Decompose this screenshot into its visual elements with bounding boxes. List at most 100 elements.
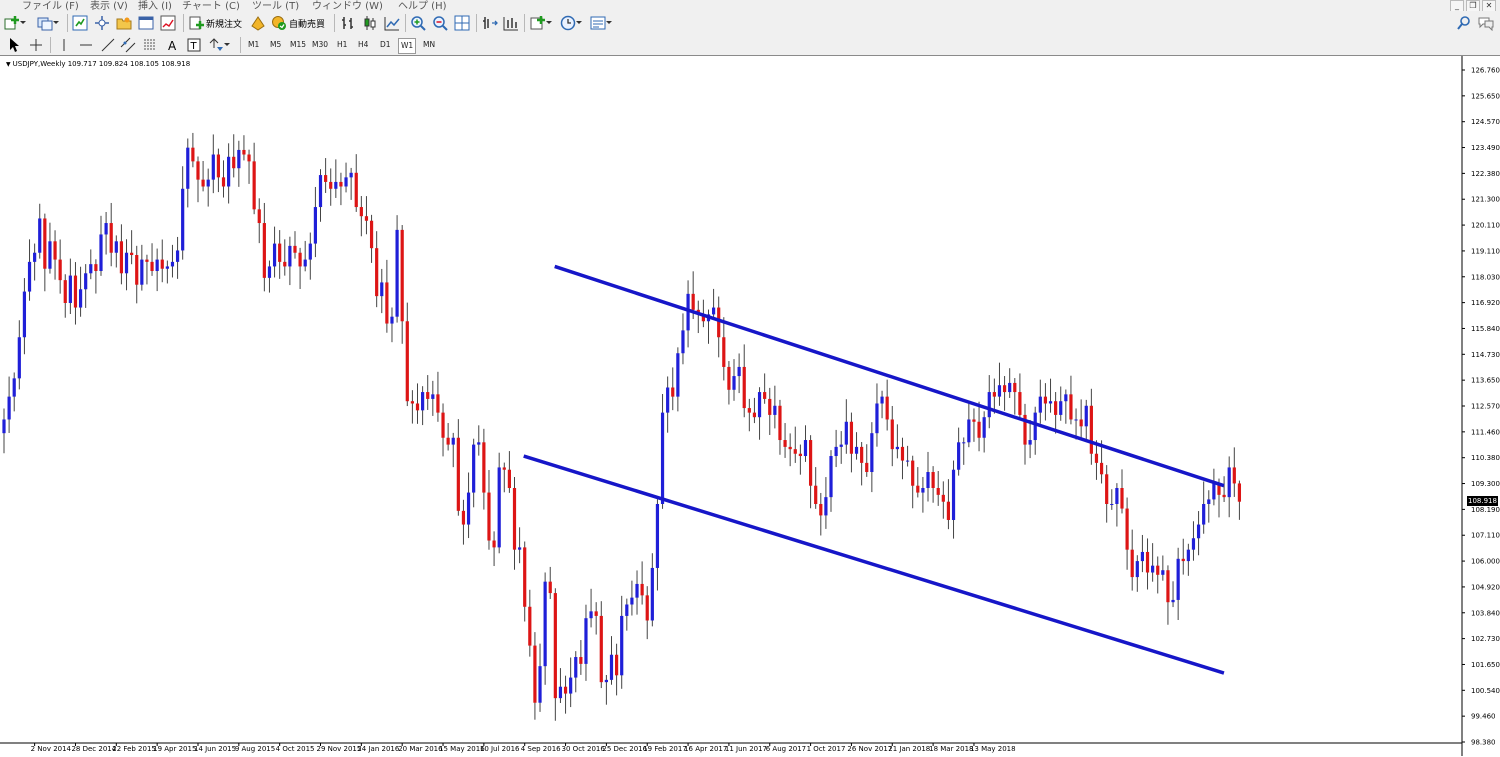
horizontal-line-button[interactable]: [78, 36, 94, 54]
bull-candle: [1115, 488, 1119, 504]
arrows-icon: [209, 38, 223, 51]
auto-trading-button[interactable]: 自動売買: [271, 14, 325, 32]
new-chart-icon: [4, 16, 19, 30]
menu-file[interactable]: ファイル (F): [22, 0, 79, 11]
zoom-out-button[interactable]: [432, 14, 448, 32]
strategy-tester-button[interactable]: [160, 14, 176, 32]
menu-view[interactable]: 表示 (V): [90, 0, 128, 11]
timeframe-m1[interactable]: M1: [246, 38, 261, 52]
time-tick-label: 24 Jan 2016: [357, 745, 400, 753]
candlestick-button[interactable]: [362, 14, 378, 32]
timeframe-h1[interactable]: H1: [335, 38, 349, 52]
price-tick-label: 107.110: [1471, 532, 1500, 540]
bear-candle: [916, 485, 920, 493]
time-tick-label: 18 Mar 2018: [929, 745, 973, 753]
bear-candle: [1156, 565, 1160, 575]
bear-candle: [94, 264, 98, 272]
bull-candle: [676, 353, 680, 397]
menu-insert[interactable]: 挿入 (I): [138, 0, 172, 11]
time-tick-label: 9 Aug 2015: [235, 745, 275, 753]
equidistant-channel-button[interactable]: [120, 36, 136, 54]
arrows-button[interactable]: [208, 36, 230, 54]
vertical-line-icon: [63, 39, 65, 51]
navigator-button[interactable]: [116, 14, 132, 32]
bull-candle: [206, 179, 210, 187]
chart-shift-button[interactable]: [482, 14, 498, 32]
bear-candle: [135, 255, 139, 285]
bull-candle: [272, 243, 277, 267]
zoom-out-icon: [433, 16, 448, 31]
text-tool-button[interactable]: A: [164, 36, 180, 54]
bear-candle: [1018, 392, 1022, 415]
metaeditor-button[interactable]: [250, 14, 266, 32]
bull-candle: [711, 307, 716, 315]
chevron-down-icon: [606, 21, 612, 24]
menu-tools[interactable]: ツール (T): [252, 0, 299, 11]
time-tick-label: 15 May 2016: [439, 745, 485, 753]
timeframe-d1[interactable]: D1: [378, 38, 393, 52]
autoscroll-button[interactable]: [503, 14, 519, 32]
timeframe-m15[interactable]: M15: [288, 38, 308, 52]
bar-chart-button[interactable]: [340, 14, 356, 32]
terminal-button[interactable]: [138, 14, 154, 32]
bull-candle: [681, 330, 685, 354]
minimize-icon[interactable]: _: [1450, 0, 1464, 11]
zoom-in-button[interactable]: [410, 14, 426, 32]
cursor-tool-button[interactable]: [6, 36, 22, 54]
price-chart[interactable]: 126.760 125.650 124.570 123.490 122.380 121.3…: [0, 56, 1500, 756]
chat-button[interactable]: [1478, 14, 1494, 32]
timeframe-mn[interactable]: MN: [421, 38, 437, 52]
new-chart-button[interactable]: [4, 14, 26, 32]
chart-window[interactable]: 126.760 125.650 124.570 123.490 122.380 121.3…: [0, 55, 1500, 757]
restore-icon[interactable]: ❐: [1466, 0, 1480, 11]
tile-windows-button[interactable]: [454, 14, 470, 32]
menu-bar: ファイル (F) 表示 (V) 挿入 (I) チャート (C) ツール (T) …: [0, 0, 1500, 11]
fibonacci-button[interactable]: [142, 36, 158, 54]
timeframe-w1[interactable]: W1: [398, 38, 417, 54]
data-window-button[interactable]: [94, 14, 110, 32]
bear-candle: [436, 394, 440, 413]
time-tick-label: 16 Apr 2017: [684, 745, 727, 753]
bear-candle: [63, 280, 67, 303]
bull-candle: [421, 392, 425, 411]
bull-candle: [466, 492, 471, 525]
menu-window[interactable]: ウィンドウ (W): [312, 0, 383, 11]
channel-lower-line: [523, 454, 1225, 675]
timeframe-m30[interactable]: M30: [310, 38, 330, 52]
line-chart-button[interactable]: [384, 14, 400, 32]
search-button[interactable]: [1456, 14, 1472, 32]
trendline-button[interactable]: [100, 36, 116, 54]
periods-button[interactable]: [560, 14, 582, 32]
time-tick-label: 19 Apr 2015: [153, 745, 196, 753]
market-watch-button[interactable]: [72, 14, 88, 32]
current-price-tag: 108.918: [1467, 496, 1498, 507]
timeframe-m5[interactable]: M5: [268, 38, 283, 52]
bear-candle: [747, 408, 751, 413]
new-order-button[interactable]: 新規注文: [188, 14, 242, 32]
bear-candle: [808, 440, 813, 486]
menu-help[interactable]: ヘルプ (H): [398, 0, 447, 11]
crosshair-tool-button[interactable]: [28, 36, 44, 54]
bear-candle: [119, 241, 124, 274]
timeframe-h4[interactable]: H4: [356, 38, 370, 52]
text-label-button[interactable]: T: [186, 36, 202, 54]
bear-candle: [931, 472, 935, 489]
close-icon[interactable]: ✕: [1482, 0, 1496, 11]
metaeditor-icon: [251, 16, 265, 31]
bear-candle: [354, 172, 358, 208]
bear-candle: [1237, 483, 1242, 502]
bear-candle: [783, 440, 787, 447]
bull-candle: [99, 234, 103, 272]
bear-candle: [145, 259, 149, 262]
vertical-line-button[interactable]: [56, 36, 72, 54]
bear-candle: [191, 147, 195, 162]
time-tick-label: 14 Jun 2015: [194, 745, 236, 753]
indicators-button[interactable]: [530, 14, 552, 32]
templates-button[interactable]: [590, 14, 612, 32]
bull-candle: [1161, 570, 1165, 575]
bull-candle: [349, 172, 353, 178]
bear-candle: [461, 510, 466, 525]
bear-candle: [150, 261, 154, 272]
menu-chart[interactable]: チャート (C): [182, 0, 240, 11]
profiles-button[interactable]: [37, 14, 59, 32]
